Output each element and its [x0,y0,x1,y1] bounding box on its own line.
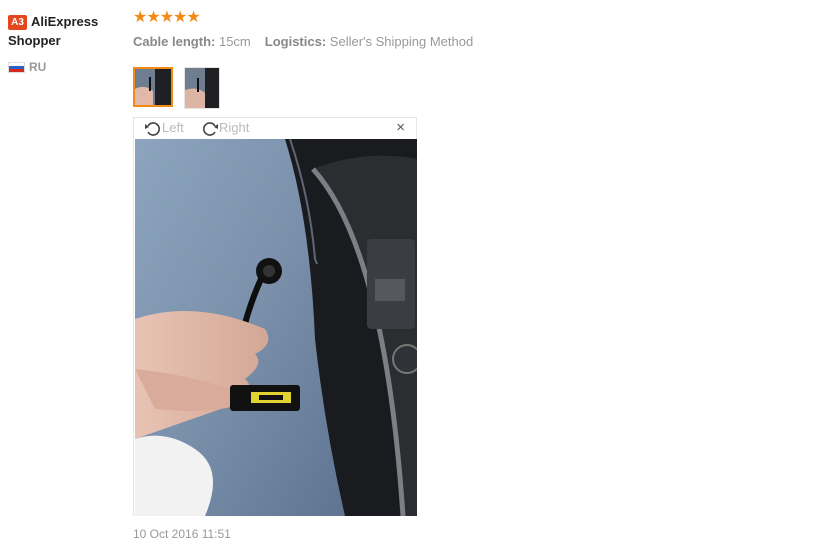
rotate-right-icon [203,121,218,136]
cable-length-value: 15cm [218,34,251,49]
rotate-right-button[interactable]: Right [201,119,249,137]
thumbnail-1[interactable] [133,67,173,107]
star-rating: ★★★★★ [133,9,201,26]
rotate-right-label: Right [219,120,250,135]
cable-length-label: Cable length: [133,34,216,49]
rotate-left-icon [145,121,160,136]
reviewer-info: A3 AliExpress Shopper RU [8,12,123,74]
rotate-left-button[interactable]: Left [144,119,184,137]
reviewer-name-row: A3 AliExpress Shopper [8,12,123,50]
review-photo-image [135,139,417,516]
logistics-value: Seller's Shipping Method [329,34,474,49]
close-viewer-button[interactable]: × [396,119,405,137]
review-photo [135,139,417,516]
review-body: ★★★★★ Cable length: 15cm Logistics: Selle… [133,9,813,51]
image-viewer: Left Right × [133,117,417,516]
thumbnail-2-image [185,68,219,108]
viewer-toolbar: Left Right × [134,118,416,138]
rotate-left-label: Left [162,120,184,135]
country-code: RU [29,60,47,74]
review-date: 10 Oct 2016 11:51 [133,527,231,541]
review-meta: Cable length: 15cm Logistics: Seller's Sh… [133,33,813,51]
level-badge: A3 [8,15,27,31]
logistics-label: Logistics: [264,34,327,49]
thumbnail-2[interactable] [184,67,220,109]
reviewer-country: RU [8,60,123,74]
russia-flag-icon [8,62,25,74]
thumbnail-1-image [135,69,171,105]
